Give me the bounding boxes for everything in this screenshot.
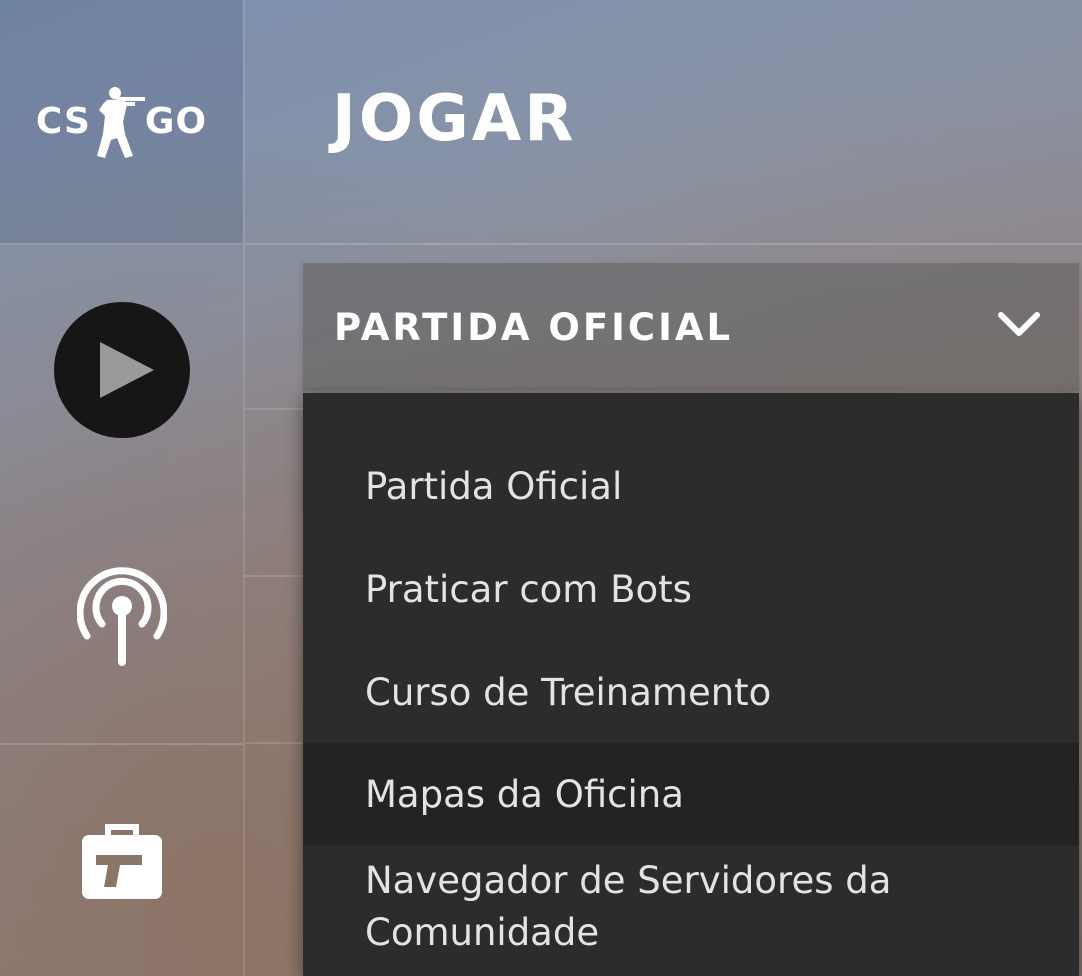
game-mode-select[interactable]: PARTIDA OFICIAL	[303, 263, 1079, 391]
sidebar-item-inventory[interactable]	[0, 745, 243, 976]
dropdown-option-navegador-de-servidores[interactable]: Navegador de Servidores da Comunidade	[303, 855, 983, 959]
briefcase-pistol-icon	[81, 823, 162, 899]
play-icon	[99, 342, 154, 398]
background-tile-divider	[245, 408, 305, 410]
sidebar: CS GO	[0, 0, 245, 976]
game-mode-dropdown-menu: Partida Oficial Praticar com Bots Curso …	[303, 393, 1079, 976]
counter-terrorist-soldier-icon	[96, 86, 145, 158]
logo-text-right: GO	[144, 101, 208, 142]
header-divider	[245, 243, 1082, 245]
chevron-down-icon	[998, 312, 1040, 336]
broadcast-antenna-icon	[76, 567, 167, 666]
background-tile-divider	[245, 575, 305, 577]
csgo-logo[interactable]: CS GO	[36, 84, 207, 160]
sidebar-item-play[interactable]	[0, 245, 243, 495]
background-tile-divider	[245, 742, 305, 744]
dropdown-option-partida-oficial[interactable]: Partida Oficial	[303, 461, 1079, 513]
dropdown-option-mapas-da-oficina[interactable]: Mapas da Oficina	[303, 743, 1079, 845]
logo-cell[interactable]: CS GO	[0, 0, 243, 245]
play-button[interactable]	[53, 302, 190, 438]
logo-text-left: CS	[35, 101, 91, 142]
dropdown-option-curso-de-treinamento[interactable]: Curso de Treinamento	[303, 667, 1079, 719]
page-title: JOGAR	[332, 82, 577, 156]
dropdown-option-praticar-com-bots[interactable]: Praticar com Bots	[303, 564, 1079, 616]
game-mode-selected-label: PARTIDA OFICIAL	[334, 305, 734, 349]
sidebar-item-watch[interactable]	[0, 495, 243, 745]
